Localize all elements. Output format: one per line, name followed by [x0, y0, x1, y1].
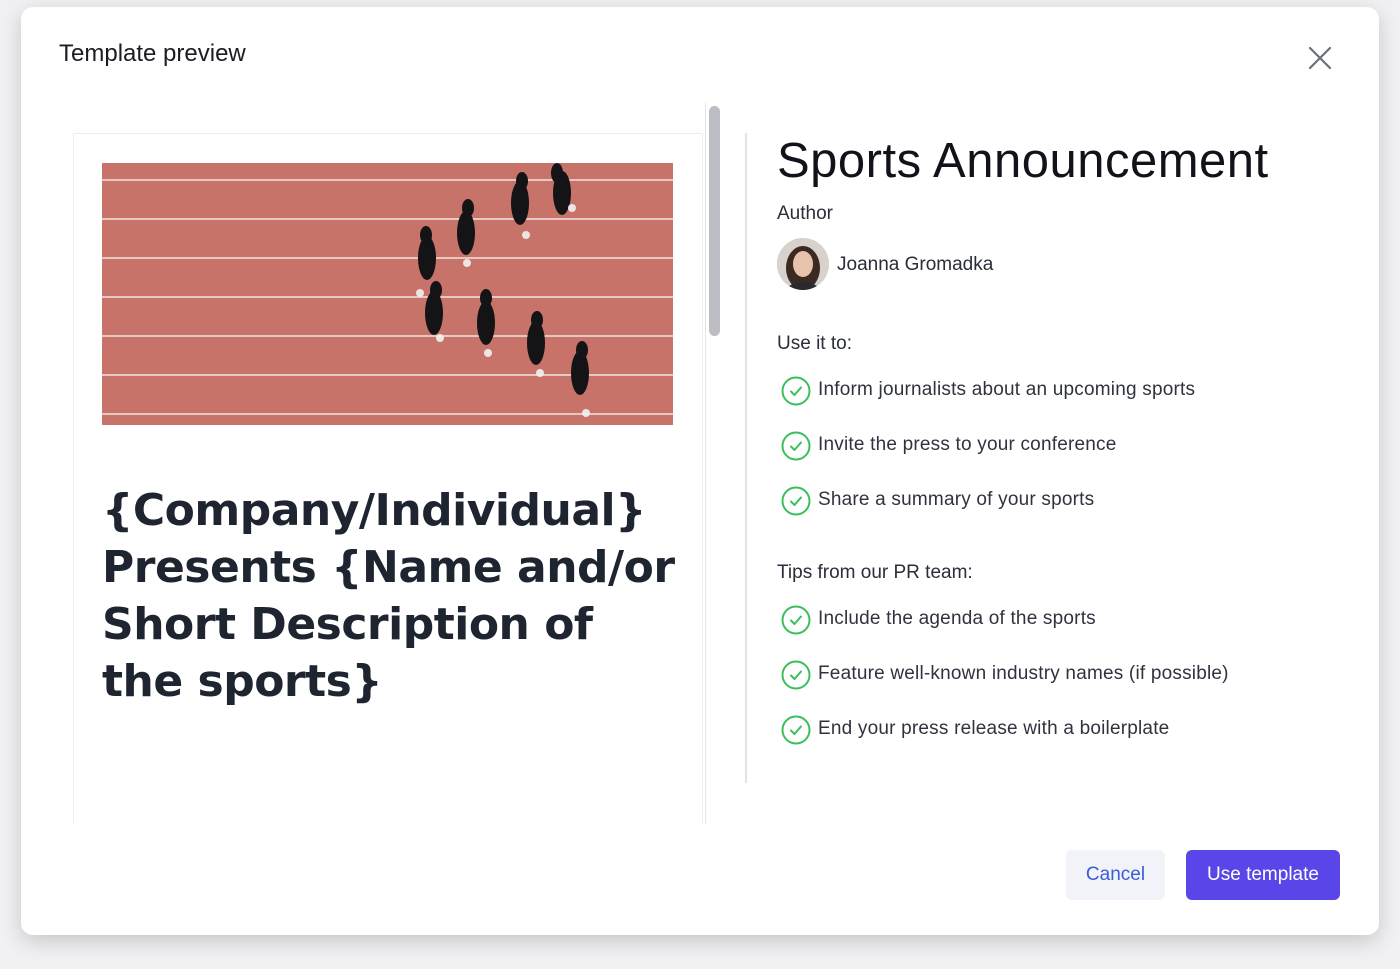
author-name: Joanna Gromadka [837, 254, 994, 275]
template-preview-dialog: Template preview {Company/Individual} Pr… [21, 7, 1379, 935]
close-button[interactable] [1305, 43, 1335, 73]
list-item-text: Share a summary of your sports [818, 489, 1095, 510]
list-item-text: Include the agenda of the sports [818, 608, 1096, 629]
check-circle-icon [781, 660, 811, 690]
cancel-button[interactable]: Cancel [1066, 850, 1165, 900]
list-item-text: Invite the press to your conference [818, 434, 1117, 455]
use-template-button[interactable]: Use template [1186, 850, 1340, 900]
preview-heading: {Company/Individual} Presents {Name and/… [102, 485, 675, 707]
check-circle-icon [781, 715, 811, 745]
dialog-title: Template preview [59, 40, 246, 67]
check-circle-icon [781, 486, 811, 516]
author-label: Author [777, 203, 833, 224]
use-it-label: Use it to: [777, 333, 852, 354]
hero-image [102, 163, 673, 425]
avatar [777, 238, 829, 290]
template-preview-pane[interactable]: {Company/Individual} Presents {Name and/… [73, 103, 723, 824]
list-item-text: Feature well-known industry names (if po… [818, 663, 1229, 684]
scrollbar-thumb[interactable] [709, 106, 720, 336]
preview-document: {Company/Individual} Presents {Name and/… [73, 133, 703, 824]
tips-label: Tips from our PR team: [777, 562, 973, 583]
check-circle-icon [781, 431, 811, 461]
panel-divider [745, 133, 747, 783]
list-item-text: End your press release with a boilerplat… [818, 718, 1170, 739]
check-circle-icon [781, 376, 811, 406]
template-title: Sports Announcement [777, 134, 1269, 188]
close-icon [1308, 46, 1332, 70]
list-item-text: Inform journalists about an upcoming spo… [818, 379, 1196, 400]
preview-scrollbar[interactable] [705, 103, 724, 824]
check-circle-icon [781, 605, 811, 635]
